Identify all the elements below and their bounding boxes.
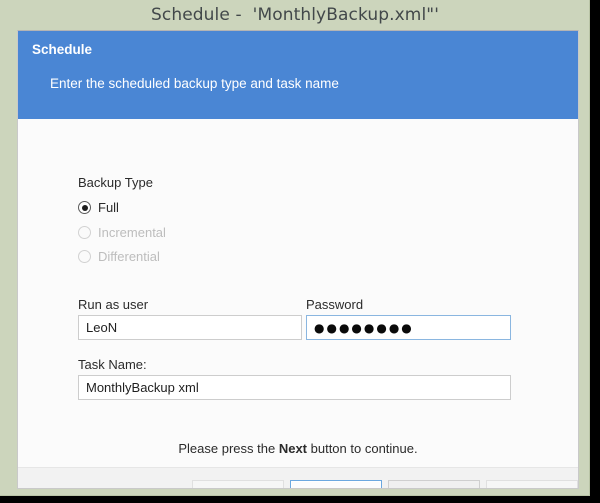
instruction-emphasis: Next bbox=[278, 441, 308, 456]
banner-title: Schedule bbox=[32, 42, 93, 57]
radio-selected-icon bbox=[78, 201, 91, 214]
next-button-label: Next > bbox=[317, 486, 355, 488]
radio-label-full: Full bbox=[98, 200, 119, 215]
password-masked-value: ●●●●●●●● bbox=[314, 320, 414, 335]
task-name-value: MonthlyBackup xml bbox=[86, 380, 199, 395]
instruction-suffix: button to continue. bbox=[307, 441, 418, 456]
radio-label-differential: Differential bbox=[98, 249, 160, 264]
backup-type-label: Backup Type bbox=[78, 175, 153, 190]
back-button[interactable]: < Back bbox=[192, 480, 284, 488]
cancel-button-label: Cancel bbox=[414, 486, 454, 488]
button-bar: < Back Next > Cancel Finish bbox=[18, 468, 578, 488]
task-name-input[interactable]: MonthlyBackup xml bbox=[78, 375, 511, 400]
finish-button-label: Finish bbox=[515, 486, 550, 488]
radio-backup-type-differential: Differential bbox=[78, 249, 160, 264]
run-as-user-label: Run as user bbox=[78, 297, 149, 312]
task-name-label: Task Name: bbox=[78, 357, 147, 372]
radio-unselected-icon bbox=[78, 226, 91, 239]
wizard-banner: Schedule Enter the scheduled backup type… bbox=[18, 31, 578, 119]
radio-backup-type-incremental: Incremental bbox=[78, 225, 166, 240]
desktop-background: Schedule - 'MonthlyBackup.xml"' Schedule… bbox=[0, 0, 600, 503]
title-bar: Schedule - 'MonthlyBackup.xml"' bbox=[0, 0, 590, 30]
window-title: Schedule - 'MonthlyBackup.xml"' bbox=[151, 5, 439, 25]
dialog-client-area: Schedule Enter the scheduled backup type… bbox=[17, 30, 579, 489]
dialog-window: Schedule - 'MonthlyBackup.xml"' Schedule… bbox=[0, 0, 590, 496]
banner-subtitle: Enter the scheduled backup type and task… bbox=[50, 76, 339, 91]
finish-button[interactable]: Finish bbox=[486, 480, 578, 488]
form-area: Backup Type Full Incremental Differentia… bbox=[18, 119, 578, 488]
radio-label-incremental: Incremental bbox=[98, 225, 166, 240]
back-button-label: < Back bbox=[218, 486, 258, 488]
radio-unselected-icon bbox=[78, 250, 91, 263]
instruction-text: Please press the Next button to continue… bbox=[18, 441, 578, 456]
next-button[interactable]: Next > bbox=[290, 480, 382, 488]
instruction-prefix: Please press the bbox=[178, 441, 279, 456]
password-input[interactable]: ●●●●●●●● bbox=[306, 315, 511, 340]
run-as-user-input[interactable]: LeoN bbox=[78, 315, 302, 340]
cancel-button[interactable]: Cancel bbox=[388, 480, 480, 488]
radio-backup-type-full[interactable]: Full bbox=[78, 200, 119, 215]
run-as-user-value: LeoN bbox=[86, 320, 118, 335]
password-label: Password bbox=[306, 297, 364, 312]
